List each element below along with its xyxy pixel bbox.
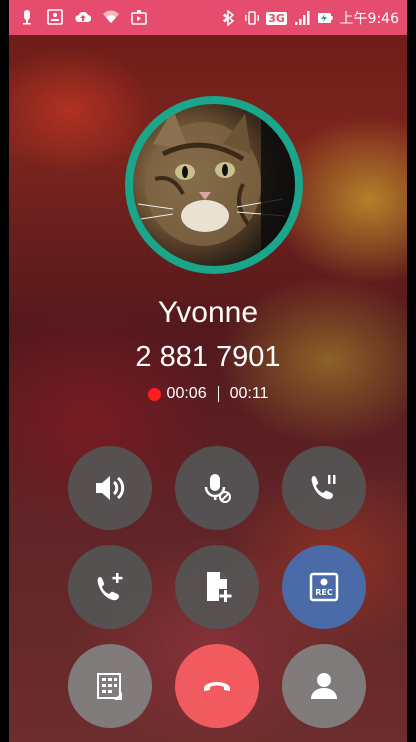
record-button[interactable]: REC — [282, 545, 366, 629]
status-bar: 3G 上午9:46 — [9, 0, 407, 35]
call-timers: 00:06 00:11 — [9, 385, 407, 403]
bluetooth-icon — [221, 9, 237, 27]
add-file-button[interactable] — [175, 545, 259, 629]
record-label: REC — [315, 588, 333, 597]
cat-photo — [137, 104, 295, 266]
speaker-icon — [96, 476, 125, 500]
keypad-icon — [97, 673, 122, 700]
add-call-button[interactable] — [68, 545, 152, 629]
status-right-icons: 3G 上午9:46 — [221, 8, 399, 28]
wifi-icon — [103, 8, 119, 26]
status-left-icons — [19, 8, 147, 26]
timer-separator — [217, 386, 219, 402]
cloud-upload-icon — [75, 8, 91, 26]
rec-icon — [47, 8, 63, 26]
call-timer: 00:11 — [229, 385, 269, 402]
rec-icon: REC — [309, 572, 339, 602]
contact-name: Yvonne — [157, 296, 259, 329]
status-time: 上午9:46 — [339, 11, 399, 27]
battery-charging-icon — [317, 9, 333, 27]
person-icon — [311, 673, 337, 699]
contact-button[interactable] — [282, 644, 366, 728]
keypad-button[interactable] — [68, 644, 152, 728]
end-call-button[interactable] — [175, 644, 259, 728]
call-hold-icon — [311, 475, 336, 500]
recording-timer: 00:06 — [166, 385, 207, 402]
add-file-icon — [207, 572, 232, 602]
signal-icon — [294, 9, 310, 27]
add-call-icon — [97, 573, 123, 601]
mute-button[interactable] — [175, 446, 259, 530]
in-call-screen: 3G 上午9:46 Yvonne 2 881 7901 00:06 00:11 … — [9, 0, 407, 742]
media-icon — [131, 8, 147, 26]
contact-number: 2 881 7901 — [135, 341, 281, 373]
end-call-icon — [204, 682, 230, 691]
contact-avatar-ring — [125, 96, 303, 274]
hold-button[interactable] — [282, 446, 366, 530]
mic-icon — [19, 8, 35, 26]
recording-dot-icon — [147, 387, 161, 401]
mic-mute-icon — [204, 474, 231, 503]
3g-icon: 3G — [266, 11, 287, 25]
contact-avatar — [133, 104, 295, 266]
speaker-button[interactable] — [68, 446, 152, 530]
vibrate-icon — [244, 9, 260, 27]
